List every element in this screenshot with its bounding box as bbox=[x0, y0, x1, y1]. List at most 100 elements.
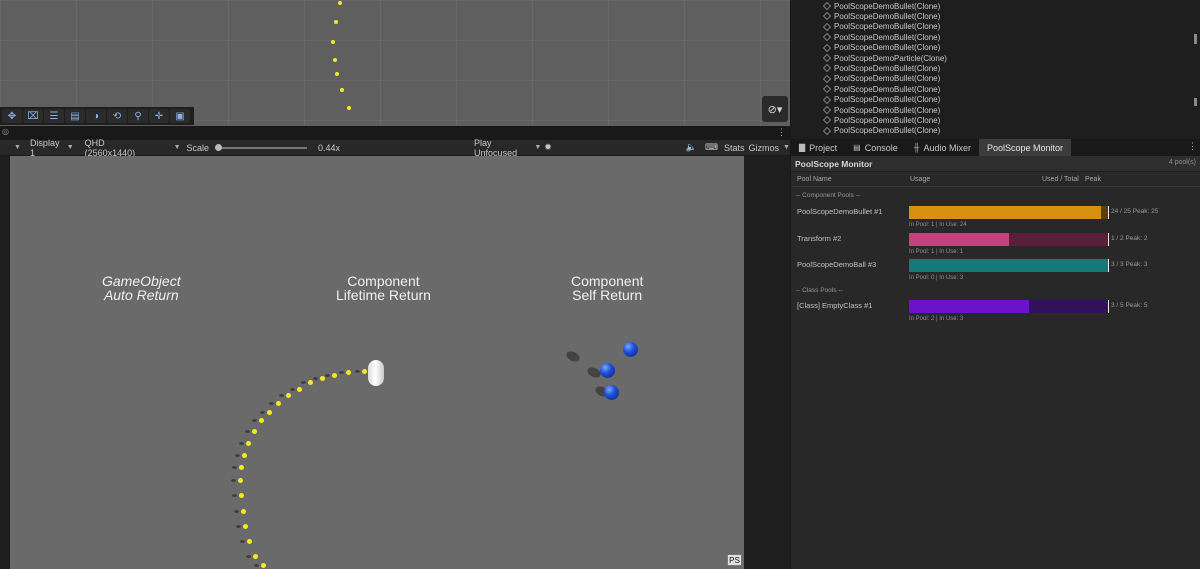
bug-icon[interactable]: ✹ bbox=[544, 142, 552, 153]
scene-view[interactable]: ✥ ⌧ ☰ ▤ ◑ ⟲ ⚲ ✛ ▣ ⊘▾ bbox=[0, 0, 790, 126]
bullet-dot bbox=[331, 40, 335, 44]
bullet-dot bbox=[247, 539, 252, 544]
hierarchy-item[interactable]: PoolScopeDemoBullet(Clone) bbox=[823, 95, 940, 105]
tab-poolscope-monitor[interactable]: PoolScope Monitor bbox=[978, 139, 1072, 156]
bullet-dot bbox=[308, 380, 313, 385]
bullet-dot bbox=[346, 370, 351, 375]
hierarchy-item-label: PoolScopeDemoBullet(Clone) bbox=[834, 43, 941, 53]
label-component-lifetime-return: Component Lifetime Return bbox=[336, 274, 431, 302]
hierarchy-item-label: PoolScopeDemoBullet(Clone) bbox=[834, 63, 941, 73]
hierarchy-item-label: PoolScopeDemoBullet(Clone) bbox=[834, 115, 941, 125]
bullet-dot bbox=[252, 429, 257, 434]
play-mode-label: Play Unfocused bbox=[474, 137, 518, 158]
speaker-icon: 🔈 bbox=[685, 142, 698, 152]
game-view-area: GameObject Auto Return Component Lifetim… bbox=[0, 156, 790, 569]
chevron-down-icon: ▼ bbox=[66, 144, 74, 151]
pool-subtext: In Pool: 2 | In Use: 3 bbox=[909, 316, 964, 322]
move-tool-icon[interactable]: ✥ bbox=[2, 109, 22, 123]
scrollbar-thumb[interactable] bbox=[1194, 34, 1197, 44]
tab-label: PoolScope Monitor bbox=[986, 142, 1064, 153]
keyboard-button[interactable]: ⌨ bbox=[705, 142, 718, 153]
hierarchy-item[interactable]: PoolScopeDemoBullet(Clone) bbox=[823, 1, 940, 11]
hierarchy-item[interactable]: PoolScopeDemoParticle(Clone) bbox=[823, 53, 947, 63]
label-line-1: GameObject bbox=[102, 273, 181, 289]
tab-audio-mixer[interactable]: ╫ Audio Mixer bbox=[906, 139, 979, 156]
pool-usage-fill bbox=[909, 206, 1101, 219]
audio-mute-button[interactable]: 🔈 bbox=[686, 142, 697, 153]
pool-subtext: In Pool: 1 | In Use: 24 bbox=[909, 222, 967, 228]
bullet-dot bbox=[246, 441, 251, 446]
hierarchy-item[interactable]: PoolScopeDemoBullet(Clone) bbox=[823, 32, 940, 42]
hierarchy-item[interactable]: PoolScopeDemoBullet(Clone) bbox=[823, 63, 940, 73]
scale-slider-knob[interactable] bbox=[215, 143, 223, 151]
pool-usage-bar bbox=[909, 300, 1109, 313]
bullet-dot bbox=[286, 393, 291, 398]
rect-tool-icon[interactable]: ⌧ bbox=[23, 109, 43, 123]
bullet-dot bbox=[340, 88, 344, 92]
scrollbar-thumb[interactable] bbox=[1194, 98, 1197, 106]
pool-stat: 3 / 3 Peak: 3 bbox=[1111, 261, 1148, 268]
monitor-title: PoolScope Monitor bbox=[795, 159, 873, 169]
resolution-dropdown[interactable]: QHD (2560x1440) ▼ bbox=[85, 138, 181, 158]
pool-stat: 3 / 5 Peak: 5 bbox=[1111, 302, 1148, 309]
hierarchy-item[interactable]: PoolScopeDemoBullet(Clone) bbox=[823, 11, 940, 21]
more-options-icon[interactable]: ⋮ bbox=[1188, 141, 1197, 152]
stats-label: Stats bbox=[724, 142, 745, 153]
section-component-pools: -- Component Pools -- bbox=[796, 192, 860, 199]
gizmos-chevron-icon[interactable]: ▼ bbox=[783, 144, 790, 151]
hierarchy-item[interactable]: PoolScopeDemoBullet(Clone) bbox=[823, 84, 940, 94]
bullet-dot bbox=[333, 58, 337, 62]
display-dropdown[interactable]: Display 1 ▼ bbox=[30, 138, 74, 158]
lock-icon[interactable]: ◎ bbox=[2, 127, 9, 136]
bullet-dot bbox=[239, 465, 244, 470]
bullet-dot bbox=[267, 410, 272, 415]
bullet-shadow bbox=[279, 394, 284, 397]
bullet-shadow bbox=[239, 442, 244, 445]
monitor-header: PoolScope Monitor 4 pool(s) bbox=[791, 156, 1200, 172]
bullet-shadow bbox=[325, 374, 330, 377]
hierarchy-item[interactable]: PoolScopeDemoBullet(Clone) bbox=[823, 105, 940, 115]
bullet-shadow bbox=[246, 555, 251, 558]
bullet-dot bbox=[332, 373, 337, 378]
sliders-icon[interactable]: ☰ bbox=[44, 109, 64, 123]
hierarchy-item[interactable]: PoolScopeDemoBullet(Clone) bbox=[823, 115, 940, 125]
panel-icon[interactable]: ▤ bbox=[65, 109, 85, 123]
gizmos-label: Gizmos bbox=[748, 142, 780, 153]
bullet-dot bbox=[241, 509, 246, 514]
play-mode-dropdown[interactable]: Play Unfocused ▼ ✹ bbox=[474, 138, 552, 158]
tab-console[interactable]: ▤ Console bbox=[845, 139, 906, 156]
game-menu-caret-icon[interactable]: ▼ bbox=[14, 144, 21, 151]
move-arrows-icon[interactable]: ✛ bbox=[149, 109, 169, 123]
gameobject-cube-icon bbox=[823, 64, 831, 73]
hierarchy-item[interactable]: PoolScopeDemoBullet(Clone) bbox=[823, 74, 940, 84]
gizmos-button[interactable]: Gizmos bbox=[749, 143, 780, 153]
layers-icon[interactable]: ▣ bbox=[170, 109, 190, 123]
zoom-icon[interactable]: ⚲ bbox=[128, 109, 148, 123]
bottom-panel-tabs: ▇ Project ▤ Console ╫ Audio Mixer PoolSc… bbox=[791, 139, 1200, 156]
bullet-dot bbox=[297, 387, 302, 392]
more-options-icon[interactable]: ⋮ bbox=[777, 127, 786, 138]
bullet-shadow bbox=[269, 402, 274, 405]
bullet-shadow bbox=[236, 525, 241, 528]
circle-tool-icon[interactable]: ◑ bbox=[86, 109, 106, 123]
pivot-icon[interactable]: ⟲ bbox=[107, 109, 127, 123]
bullet-dot bbox=[243, 524, 248, 529]
game-viewport[interactable]: GameObject Auto Return Component Lifetim… bbox=[10, 156, 744, 569]
blue-ball bbox=[600, 363, 615, 378]
hierarchy-item[interactable]: PoolScopeDemoBullet(Clone) bbox=[823, 126, 940, 136]
scale-slider[interactable] bbox=[215, 143, 308, 151]
tab-project[interactable]: ▇ Project bbox=[791, 139, 845, 156]
bullet-shadow bbox=[313, 377, 318, 380]
gameobject-cube-icon bbox=[823, 126, 831, 135]
bullet-dot bbox=[320, 376, 325, 381]
scale-label: Scale bbox=[186, 142, 210, 153]
orientation-gizmo-icon[interactable]: ⊘▾ bbox=[762, 96, 788, 122]
hierarchy-item[interactable]: PoolScopeDemoBullet(Clone) bbox=[823, 43, 940, 53]
gameobject-cube-icon bbox=[823, 22, 831, 31]
label-line-1: Component bbox=[347, 273, 420, 289]
pool-peak-marker bbox=[1108, 233, 1109, 246]
bullet-dot bbox=[253, 554, 258, 559]
hierarchy-item-label: PoolScopeDemoBullet(Clone) bbox=[834, 95, 941, 105]
stats-button[interactable]: Stats bbox=[724, 143, 745, 153]
hierarchy-item[interactable]: PoolScopeDemoBullet(Clone) bbox=[823, 22, 940, 32]
